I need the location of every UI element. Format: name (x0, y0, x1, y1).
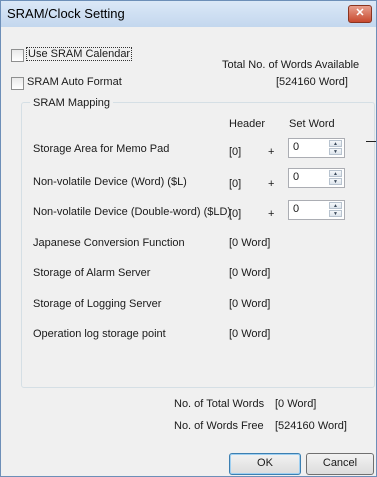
total-words-label: No. of Total Words (174, 398, 265, 410)
row-label: Non-volatile Device (Double-word) ($LD) (33, 206, 232, 218)
spin-up-icon[interactable]: ▲ (329, 202, 342, 209)
title-bar: SRAM/Clock Setting ✕ (1, 1, 376, 27)
row-value: [0 Word] (229, 328, 271, 340)
spinner-value[interactable]: 0 (293, 141, 299, 153)
row-label: Non-volatile Device (Word) ($L) (33, 176, 187, 188)
words-free-label: No. of Words Free (174, 420, 264, 432)
row-label: Storage Area for Memo Pad (33, 143, 170, 155)
row-label: Storage of Alarm Server (33, 267, 151, 279)
row-label: Japanese Conversion Function (33, 237, 185, 249)
row-header-value: [0] (229, 208, 242, 220)
spin-down-icon[interactable]: ▼ (329, 210, 342, 217)
row-header-value: [0] (229, 178, 242, 190)
row-label: Operation log storage point (33, 328, 166, 340)
header-column-label: Header (229, 118, 266, 130)
use-sram-calendar-checkbox[interactable] (11, 49, 24, 62)
row-value: [0 Word] (229, 237, 271, 249)
plus-sign: + (268, 208, 275, 220)
nv-word-set-word-spinner[interactable]: 0 ▲ ▼ (288, 168, 345, 188)
row-label: Storage of Logging Server (33, 298, 162, 310)
ok-button[interactable]: OK (229, 453, 301, 475)
sram-clock-setting-dialog: SRAM/Clock Setting ✕ Use SRAM Calendar S… (0, 0, 377, 477)
total-words-value: [0 Word] (275, 398, 317, 410)
spinner-value[interactable]: 0 (293, 171, 299, 183)
sram-auto-format-label[interactable]: SRAM Auto Format (27, 76, 122, 88)
close-button[interactable]: ✕ (348, 5, 372, 23)
spin-down-icon[interactable]: ▼ (329, 178, 342, 185)
set-word-column-label: Set Word (289, 118, 335, 130)
total-words-available-label: Total No. of Words Available (222, 59, 360, 71)
cancel-button[interactable]: Cancel (306, 453, 374, 475)
memo-pad-set-word-spinner[interactable]: 0 ▲ ▼ (288, 138, 345, 158)
use-sram-calendar-label[interactable]: Use SRAM Calendar (26, 47, 133, 61)
plus-sign: + (268, 178, 275, 190)
spin-up-icon[interactable]: ▲ (329, 170, 342, 177)
row-value: [0 Word] (229, 298, 271, 310)
plus-sign: + (268, 146, 275, 158)
spinner-value[interactable]: 0 (293, 203, 299, 215)
divider-line (366, 141, 376, 142)
sram-mapping-group-label: SRAM Mapping (30, 97, 114, 109)
words-free-value: [524160 Word] (275, 420, 347, 432)
total-words-available-value: [524160 Word] (276, 76, 348, 88)
nv-dword-set-word-spinner[interactable]: 0 ▲ ▼ (288, 200, 345, 220)
sram-auto-format-checkbox[interactable] (11, 77, 24, 90)
close-icon: ✕ (355, 7, 365, 19)
window-title: SRAM/Clock Setting (7, 6, 125, 21)
spin-down-icon[interactable]: ▼ (329, 148, 342, 155)
row-value: [0 Word] (229, 267, 271, 279)
row-header-value: [0] (229, 146, 242, 158)
spin-up-icon[interactable]: ▲ (329, 140, 342, 147)
